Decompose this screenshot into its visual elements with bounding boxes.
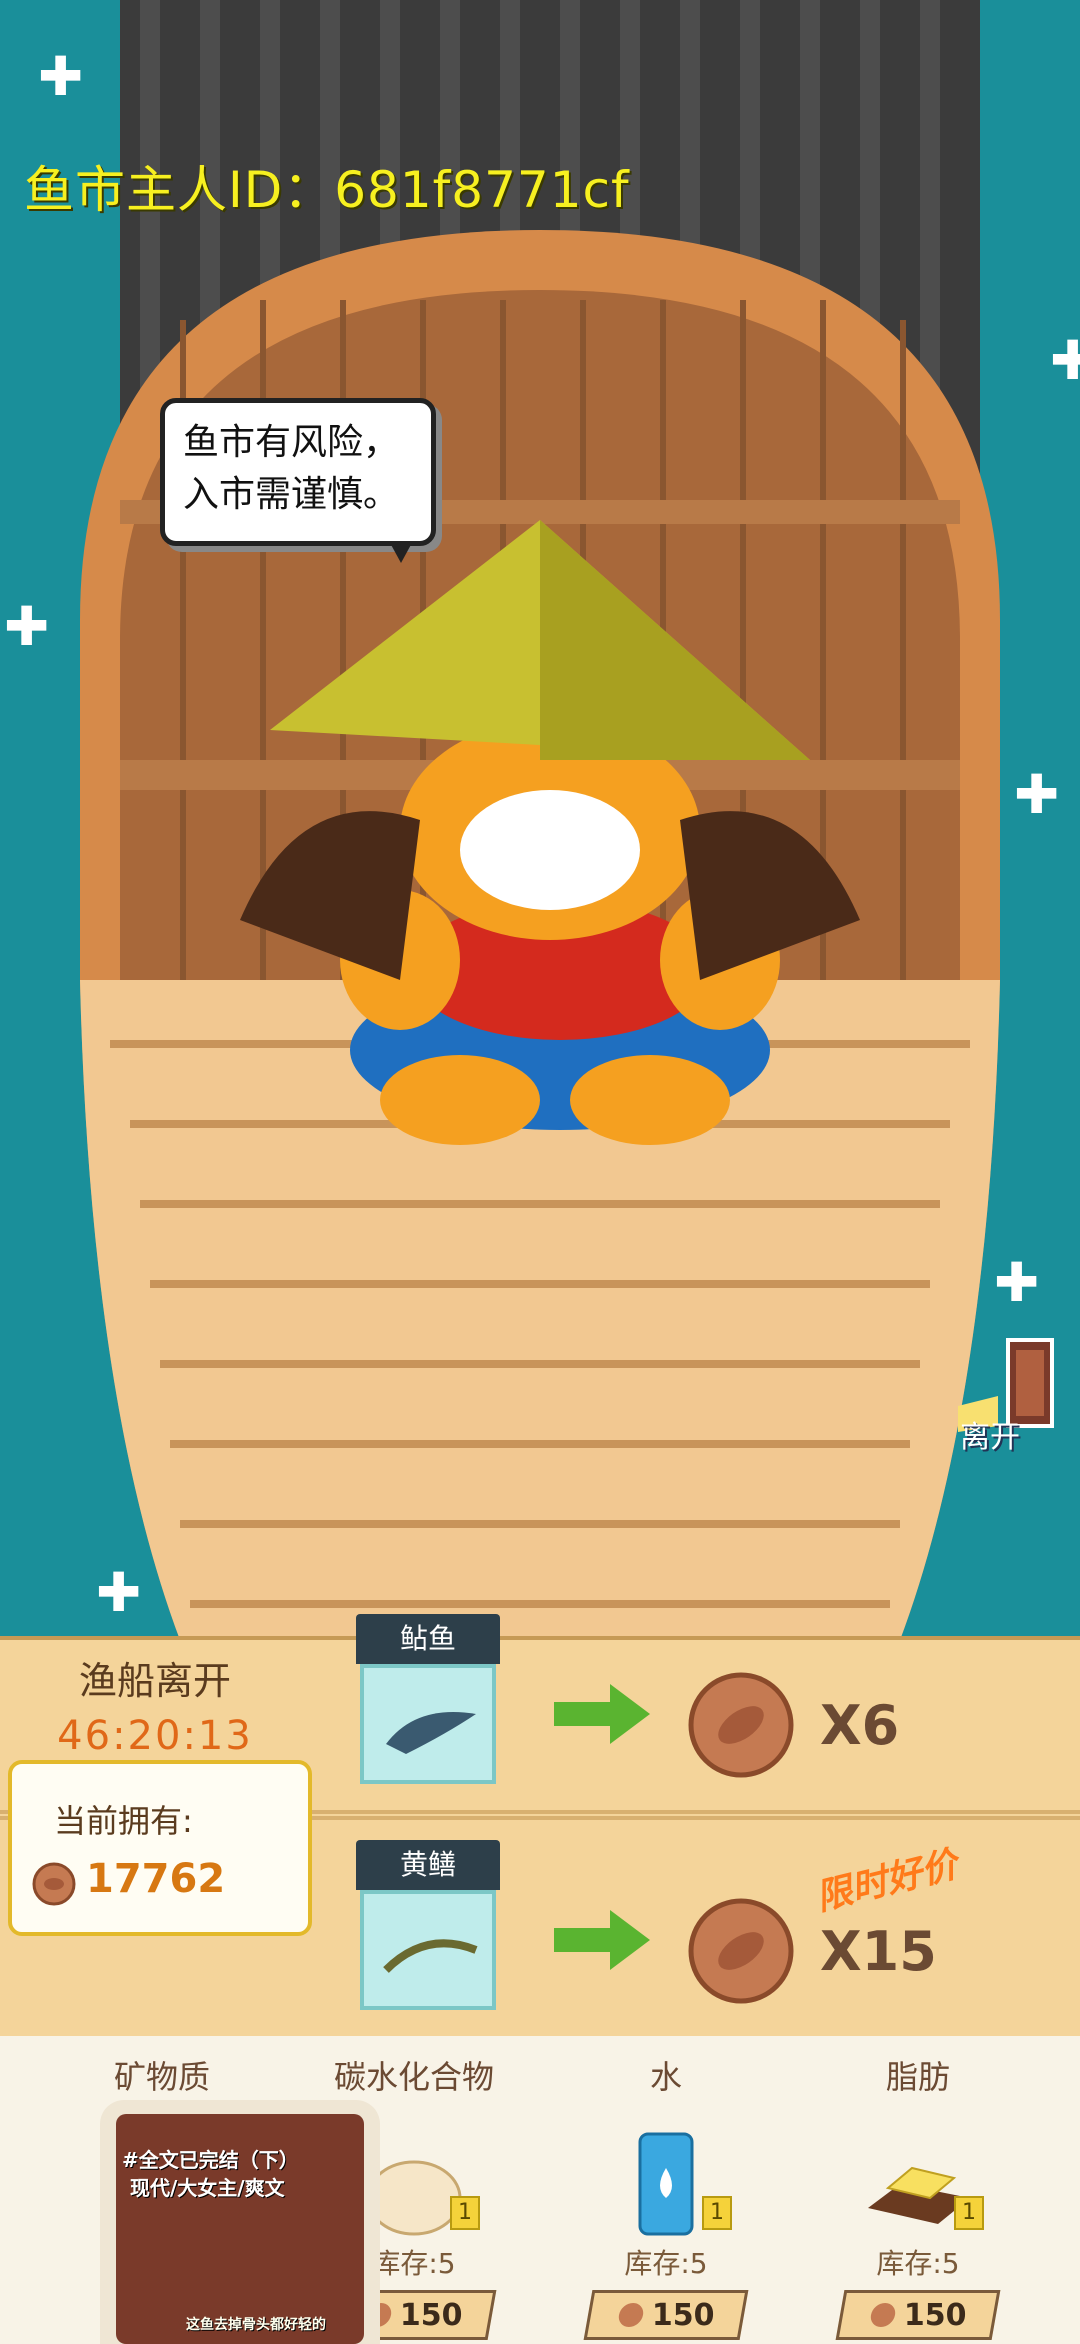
boat-illustration <box>80 0 1000 1640</box>
departure-countdown: 46:20:13 <box>57 1713 253 1759</box>
stock-label: 库存:5 <box>876 2247 960 2280</box>
wallet-label: 当前拥有: <box>54 1802 193 1840</box>
stock-badge: 1 <box>450 2196 480 2230</box>
fish-coin-icon <box>32 1862 76 1906</box>
nutrient-title: 碳水化合物 <box>333 2058 494 2096</box>
buy-button[interactable]: 150 <box>835 2290 1001 2340</box>
leave-button[interactable]: 离开 <box>960 1412 1020 1456</box>
arrow-right-icon <box>554 1910 650 1970</box>
speech-line-1: 鱼市有风险， <box>183 422 400 463</box>
wallet-box: 当前拥有: 17762 <box>8 1760 312 1936</box>
trade-row-eel[interactable]: 黄鳝 限时好价 X15 <box>340 1840 1060 2040</box>
catfish-icon <box>386 1712 476 1754</box>
fish-coin-icon <box>688 1898 794 2004</box>
stock-label: 库存:5 <box>624 2247 708 2280</box>
game-scene: ✚ ✚ ✚ ✚ ✚ ✚ 鱼市主人ID：681f8771cf 鱼市有风险， 入市需… <box>0 0 1080 1640</box>
butter-icon: 1 <box>858 2128 984 2238</box>
limited-offer-tag: 限时好价 <box>812 1844 962 1919</box>
sparkle-icon: ✚ <box>38 45 84 108</box>
sparkle-icon: ✚ <box>4 595 50 658</box>
floating-video-window[interactable]: #全文已完结（下） 现代/大女主/爽文 这鱼去掉骨头都好轻的 <box>100 2100 380 2344</box>
speech-bubble: 鱼市有风险， 入市需谨慎。 <box>160 398 436 563</box>
stock-badge: 1 <box>702 2196 732 2230</box>
nutrient-minerals[interactable]: 矿物质 <box>42 2036 282 2098</box>
trade-row-catfish[interactable]: 鲇鱼 X6 <box>340 1614 1060 1814</box>
nutrient-title: 矿物质 <box>113 2058 210 2096</box>
eel-icon <box>383 1939 478 1973</box>
nutrient-title: 水 <box>649 2058 682 2096</box>
fish-name: 鲇鱼 <box>356 1614 500 1664</box>
trade-quantity: X6 <box>820 1694 900 1757</box>
price-value: 150 <box>399 2297 463 2333</box>
video-caption-1: #全文已完结（下） <box>122 2148 299 2172</box>
fish-coin-icon <box>618 2303 643 2327</box>
fish-coin-icon <box>870 2303 895 2327</box>
trade-quantity: X15 <box>820 1920 937 1983</box>
fish-name: 黄鳝 <box>356 1840 500 1890</box>
video-caption-2: 现代/大女主/爽文 <box>130 2176 285 2200</box>
boat-departure: 渔船离开 46:20:13 <box>40 1650 270 1759</box>
nutrient-water[interactable]: 水 1 库存:5 150 <box>546 2036 786 2340</box>
sparkle-icon: ✚ <box>1014 763 1060 826</box>
price-value: 150 <box>651 2297 715 2333</box>
water-can-icon: 1 <box>606 2128 732 2238</box>
video-caption-3: 这鱼去掉骨头都好轻的 <box>186 2317 326 2333</box>
sparkle-icon: ✚ <box>1050 329 1080 392</box>
fish-coin-icon <box>688 1672 794 1778</box>
stock-badge: 1 <box>954 2196 984 2230</box>
nutrient-fat[interactable]: 脂肪 1 库存:5 150 <box>798 2036 1038 2340</box>
speech-line-2: 入市需谨慎。 <box>183 474 400 515</box>
sparkle-icon: ✚ <box>96 1561 142 1624</box>
sparkle-icon: ✚ <box>994 1251 1040 1314</box>
owner-id-label: 鱼市主人ID：681f8771cf <box>24 161 630 219</box>
wallet-amount: 17762 <box>86 1856 226 1902</box>
arrow-right-icon <box>554 1684 650 1744</box>
departure-label: 渔船离开 <box>78 1659 231 1703</box>
nutrient-title: 脂肪 <box>885 2058 950 2096</box>
fish-tank-catfish: 鲇鱼 <box>356 1614 500 1814</box>
buy-button[interactable]: 150 <box>583 2290 749 2340</box>
fish-tank-eel: 黄鳝 <box>356 1840 500 2040</box>
price-value: 150 <box>903 2297 967 2333</box>
